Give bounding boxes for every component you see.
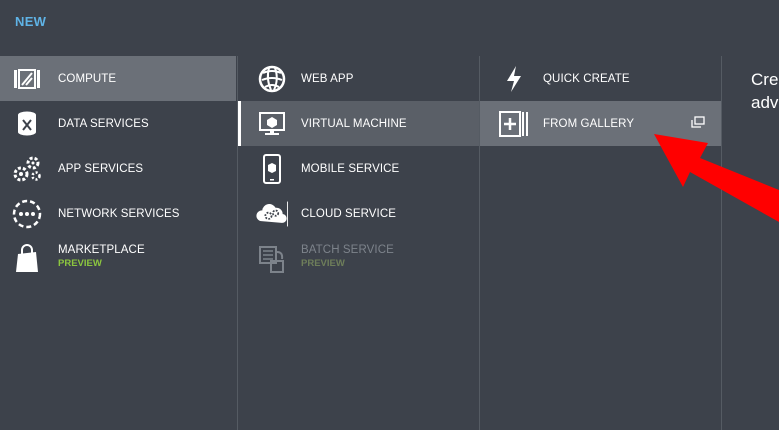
cloud-service-icon	[256, 198, 288, 230]
category-network-services[interactable]: NETWORK SERVICES	[0, 191, 236, 236]
category-label: NETWORK SERVICES	[58, 207, 180, 220]
open-window-icon[interactable]	[691, 115, 705, 133]
category-label: MARKETPLACE	[58, 244, 145, 256]
item-label: VIRTUAL MACHINE	[301, 117, 407, 130]
option-quick-create[interactable]: QUICK CREATE	[480, 56, 721, 101]
category-compute[interactable]: COMPUTE	[0, 56, 236, 101]
lightning-icon	[498, 63, 530, 95]
vm-options-column: QUICK CREATE FROM GALLERY	[479, 56, 721, 430]
item-cloud-service[interactable]: CLOUD SERVICE	[238, 191, 479, 236]
description-line: Crea	[751, 70, 779, 89]
virtual-machine-icon	[256, 108, 288, 140]
marketplace-icon	[11, 243, 43, 275]
mobile-service-icon	[256, 153, 288, 185]
category-label: COMPUTE	[58, 72, 117, 85]
data-services-icon	[11, 108, 43, 140]
category-label: APP SERVICES	[58, 162, 144, 175]
option-from-gallery[interactable]: FROM GALLERY	[480, 101, 721, 146]
category-marketplace[interactable]: MARKETPLACE PREVIEW	[0, 236, 236, 281]
item-label: BATCH SERVICE	[301, 244, 394, 256]
preview-badge: PREVIEW	[58, 258, 102, 269]
page-title: NEW	[15, 14, 47, 29]
description-text: Crea adva	[751, 68, 779, 114]
compute-column: WEB APP VIRTUAL MACHINE MOBILE SERVICE C…	[237, 56, 479, 430]
category-column: COMPUTE DATA SERVICES APP SERVICES NETWO…	[0, 56, 236, 430]
category-label: DATA SERVICES	[58, 117, 149, 130]
network-services-icon	[11, 198, 43, 230]
gallery-icon	[498, 108, 530, 140]
item-label: MOBILE SERVICE	[301, 162, 400, 175]
selection-indicator	[238, 101, 241, 146]
item-label: WEB APP	[301, 72, 354, 85]
description-line: adva	[751, 93, 779, 112]
item-label: CLOUD SERVICE	[301, 207, 397, 220]
item-virtual-machine[interactable]: VIRTUAL MACHINE	[238, 101, 479, 146]
item-web-app[interactable]: WEB APP	[238, 56, 479, 101]
description-panel: Crea adva	[721, 56, 779, 430]
compute-icon	[11, 63, 43, 95]
preview-badge: PREVIEW	[301, 258, 345, 269]
category-app-services[interactable]: APP SERVICES	[0, 146, 236, 191]
category-data-services[interactable]: DATA SERVICES	[0, 101, 236, 146]
batch-service-icon	[256, 243, 288, 275]
item-mobile-service[interactable]: MOBILE SERVICE	[238, 146, 479, 191]
app-services-icon	[11, 153, 43, 185]
web-app-icon	[256, 63, 288, 95]
item-batch-service: BATCH SERVICE PREVIEW	[238, 236, 479, 281]
option-label: FROM GALLERY	[543, 117, 635, 130]
option-label: QUICK CREATE	[543, 72, 630, 85]
